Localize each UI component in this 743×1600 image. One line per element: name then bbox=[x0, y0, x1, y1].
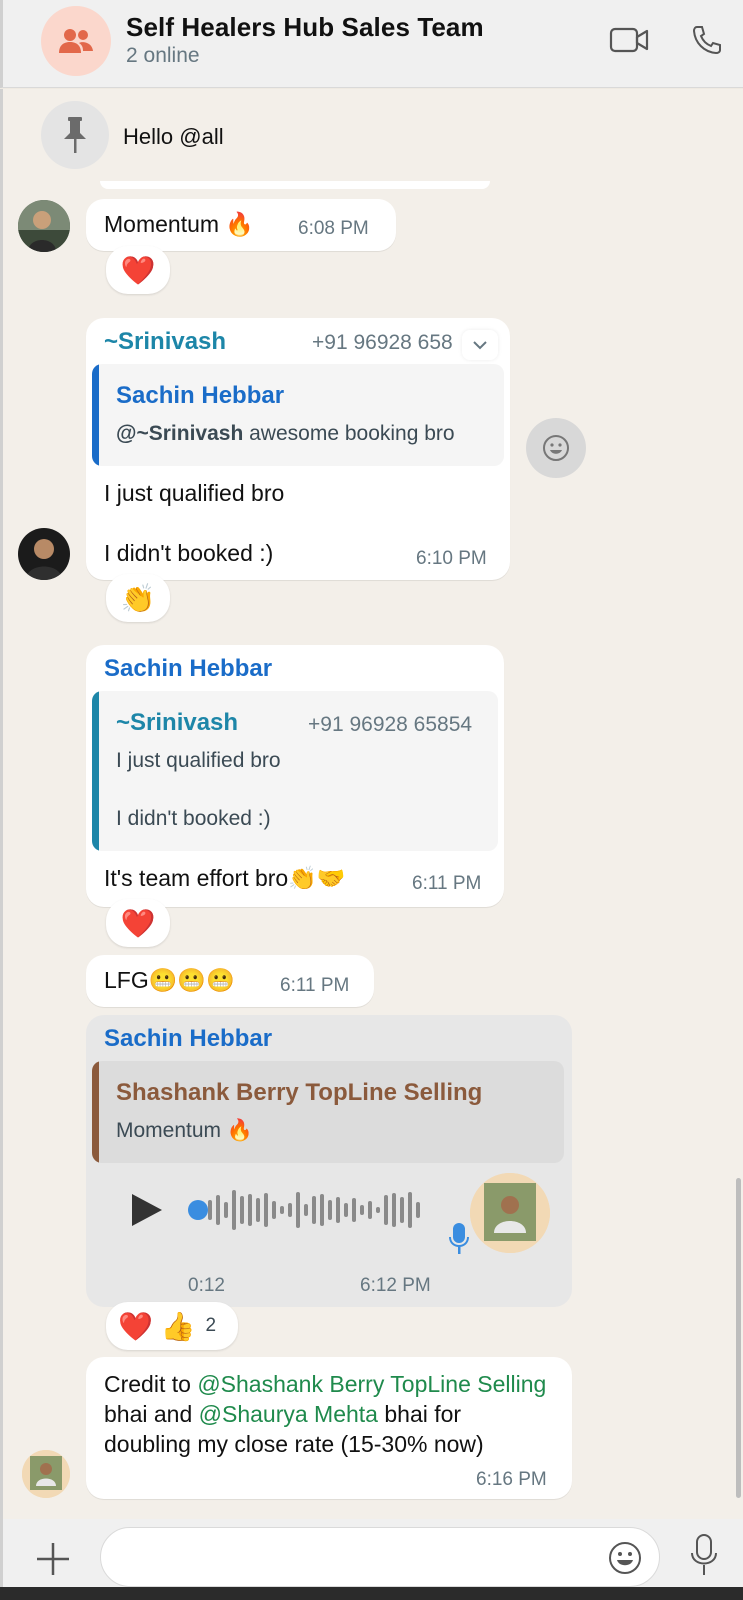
mention-link[interactable]: @Shashank Berry TopLine Selling bbox=[197, 1371, 546, 1397]
user-photo bbox=[18, 528, 70, 580]
quoted-message[interactable]: Sachin Hebbar @~Srinivash awesome bookin… bbox=[92, 364, 504, 466]
quoted-message[interactable]: ~Srinivash +91 96928 65854 I just qualif… bbox=[92, 691, 498, 851]
mention-link[interactable]: @Shaurya Mehta bbox=[199, 1401, 378, 1427]
sender-phone: +91 96928 658 bbox=[312, 331, 453, 354]
video-camera-icon bbox=[609, 27, 649, 53]
message-bubble[interactable]: Momentum 🔥 6:08 PM bbox=[86, 199, 396, 251]
quote-text: Momentum 🔥 bbox=[116, 1119, 254, 1142]
reaction-emojis: ❤️ 👍 bbox=[118, 1310, 196, 1342]
microphone-icon bbox=[449, 1223, 469, 1254]
avatar[interactable] bbox=[18, 200, 70, 252]
play-button[interactable] bbox=[126, 1190, 166, 1230]
message-text: Momentum 🔥 bbox=[104, 211, 255, 237]
emoji-button[interactable] bbox=[607, 1540, 643, 1576]
avatar[interactable] bbox=[18, 528, 70, 580]
emoji-icon bbox=[609, 1542, 641, 1574]
message-text: It's team effort bro👏🤝 bbox=[104, 865, 346, 891]
emoji-icon bbox=[543, 435, 569, 461]
message-line: I didn't booked :) bbox=[104, 540, 274, 566]
quote-phone: +91 96928 65854 bbox=[308, 713, 473, 736]
voice-record-button[interactable] bbox=[689, 1533, 719, 1577]
chevron-down-icon bbox=[473, 341, 487, 350]
message-time: 6:16 PM bbox=[476, 1469, 547, 1490]
quote-mention: @~Srinivash bbox=[116, 422, 244, 445]
message-line: I just qualified bro bbox=[104, 480, 285, 506]
chat-title[interactable]: Self Healers Hub Sales Team bbox=[126, 12, 484, 43]
message-text: LFG😬😬😬 bbox=[104, 967, 235, 993]
reaction-badge[interactable]: ❤️ 👍 2 bbox=[106, 1302, 238, 1350]
message-time: 6:11 PM bbox=[412, 873, 482, 894]
message-time: 6:11 PM bbox=[280, 975, 350, 996]
attach-button[interactable] bbox=[33, 1539, 73, 1579]
user-photo bbox=[470, 1173, 550, 1253]
group-icon bbox=[59, 29, 93, 53]
video-call-button[interactable] bbox=[607, 20, 651, 60]
window-bottom-edge bbox=[0, 1587, 743, 1600]
sender-name[interactable]: Sachin Hebbar bbox=[104, 1025, 272, 1053]
quote-rest: awesome booking bro bbox=[243, 422, 455, 445]
message-bubble[interactable]: LFG😬😬😬 6:11 PM bbox=[86, 955, 374, 1007]
voice-message-bubble[interactable]: Sachin Hebbar Shashank Berry TopLine Sel… bbox=[86, 1015, 572, 1307]
chat-header: Self Healers Hub Sales Team 2 online bbox=[0, 0, 743, 88]
play-icon bbox=[132, 1194, 162, 1226]
sender-name[interactable]: ~Srinivash bbox=[104, 328, 226, 356]
composer-bar bbox=[0, 1519, 743, 1587]
message-menu-button[interactable] bbox=[462, 330, 498, 360]
voice-duration: 0:12 bbox=[188, 1275, 225, 1296]
reaction-badge[interactable]: 👏 bbox=[106, 574, 170, 622]
audio-waveform[interactable] bbox=[186, 1185, 432, 1235]
quote-bar bbox=[92, 1061, 99, 1163]
quote-sender: ~Srinivash bbox=[116, 709, 239, 736]
sender-name[interactable]: Sachin Hebbar bbox=[104, 655, 272, 683]
message-time: 6:08 PM bbox=[298, 218, 369, 239]
message-time: 6:12 PM bbox=[360, 1275, 431, 1296]
scrollbar[interactable] bbox=[736, 1178, 741, 1498]
message-bubble[interactable]: Sachin Hebbar ~Srinivash +91 96928 65854… bbox=[86, 645, 504, 907]
message-bubble[interactable]: ~Srinivash +91 96928 658 Sachin Hebbar @… bbox=[86, 318, 510, 580]
text-part: bhai and bbox=[104, 1401, 199, 1427]
user-photo bbox=[18, 200, 70, 252]
quote-line: I didn't booked :) bbox=[116, 807, 271, 830]
react-button[interactable] bbox=[526, 418, 586, 478]
group-avatar[interactable] bbox=[41, 6, 111, 76]
quote-sender: Shashank Berry TopLine Selling bbox=[116, 1079, 483, 1106]
quote-sender: Sachin Hebbar bbox=[116, 382, 285, 409]
quote-bar bbox=[92, 364, 99, 466]
quote-line: I just qualified bro bbox=[116, 749, 281, 772]
mic-badge bbox=[448, 1221, 470, 1260]
reaction-count: 2 bbox=[205, 1315, 217, 1336]
pinned-message-bar[interactable]: Hello @all bbox=[3, 89, 743, 187]
online-status: 2 online bbox=[126, 44, 200, 67]
pinned-text: Hello @all bbox=[123, 124, 224, 149]
pin-button[interactable] bbox=[41, 101, 109, 169]
playhead[interactable] bbox=[188, 1200, 208, 1220]
reaction-badge[interactable]: ❤️ bbox=[106, 899, 170, 947]
user-photo bbox=[22, 1450, 70, 1498]
message-bubble[interactable]: Credit to @Shashank Berry TopLine Sellin… bbox=[86, 1357, 572, 1499]
pin-icon bbox=[64, 117, 86, 153]
quote-bar bbox=[92, 691, 99, 851]
voice-sender-avatar[interactable] bbox=[470, 1173, 550, 1253]
voice-call-button[interactable] bbox=[685, 20, 729, 60]
text-part: Credit to bbox=[104, 1371, 198, 1397]
microphone-icon bbox=[691, 1534, 717, 1575]
phone-icon bbox=[692, 26, 721, 55]
message-input[interactable] bbox=[100, 1527, 660, 1587]
reaction-badge[interactable]: ❤️ bbox=[106, 246, 170, 294]
quoted-message[interactable]: Shashank Berry TopLine Selling Momentum … bbox=[92, 1061, 564, 1163]
quote-text: @~Srinivash awesome booking bro bbox=[116, 422, 455, 446]
avatar[interactable] bbox=[22, 1450, 70, 1498]
message-text: Credit to @Shashank Berry TopLine Sellin… bbox=[104, 1369, 554, 1459]
previous-message-edge bbox=[100, 181, 490, 189]
message-time: 6:10 PM bbox=[416, 548, 487, 569]
plus-icon bbox=[37, 1543, 69, 1575]
